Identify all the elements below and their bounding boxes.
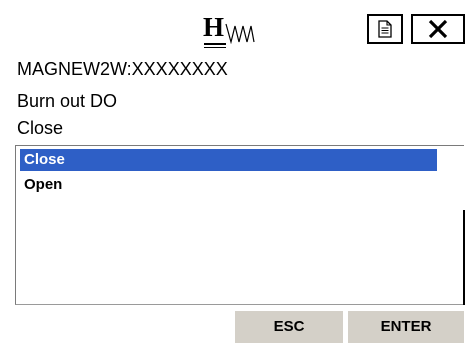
parameter-name: Burn out DO	[17, 91, 118, 111]
close-button[interactable]	[411, 14, 465, 44]
esc-button[interactable]: ESC	[235, 311, 343, 343]
list-item-close[interactable]: Close	[20, 149, 437, 171]
logo-letter: H	[203, 12, 225, 42]
wave-logo-icon	[225, 23, 255, 44]
document-icon	[378, 20, 392, 38]
logo-underline-thin	[204, 47, 226, 48]
device-tag: MAGNEW2W:XXXXXXXX	[17, 59, 228, 79]
options-list[interactable]: Close Open	[15, 145, 464, 305]
logo-underline	[204, 43, 226, 45]
close-icon	[428, 19, 448, 39]
document-button[interactable]	[367, 14, 403, 44]
scrollbar-edge[interactable]	[463, 210, 465, 305]
app-logo: H	[203, 12, 267, 52]
enter-button[interactable]: ENTER	[348, 311, 464, 343]
current-value: Close	[17, 118, 64, 138]
list-item-open[interactable]: Open	[20, 174, 62, 196]
